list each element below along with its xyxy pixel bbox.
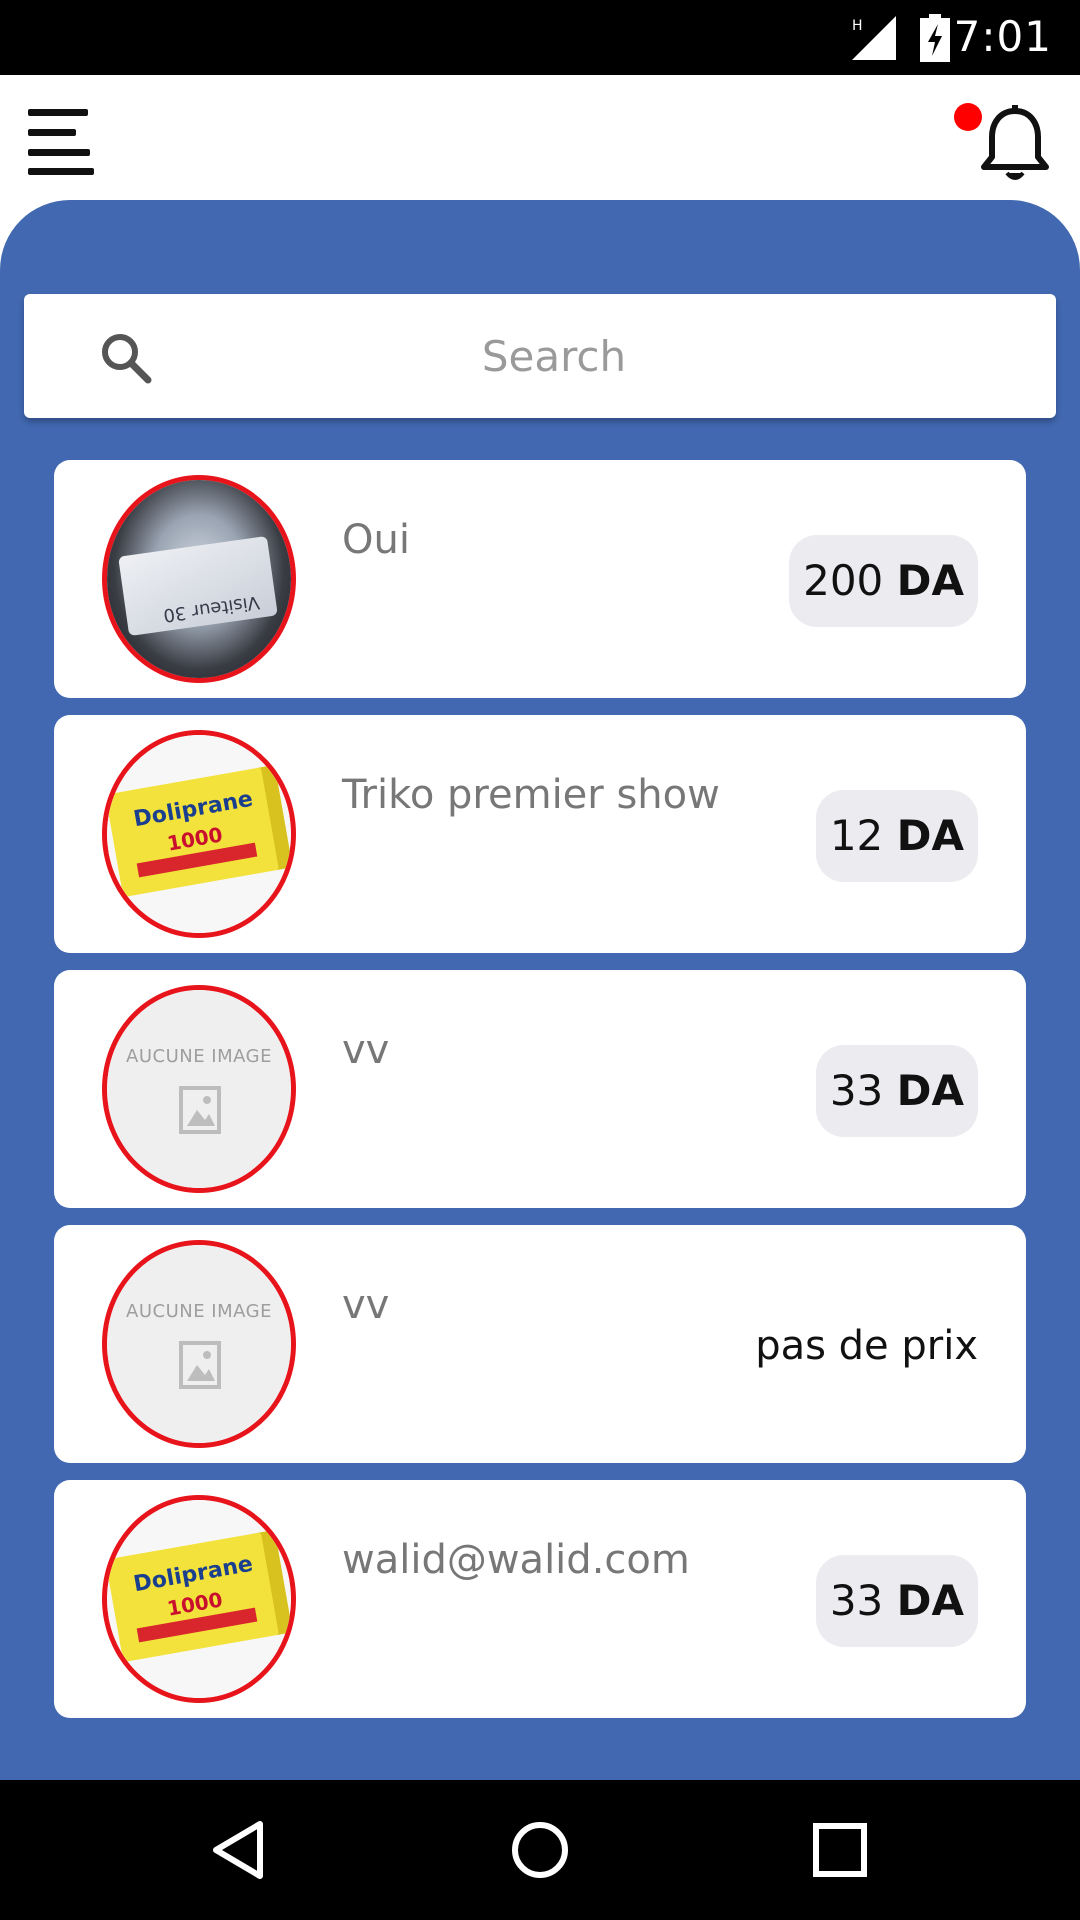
no-price-label: pas de prix <box>755 1323 978 1369</box>
price-currency: DA <box>896 1576 964 1625</box>
app-bar <box>0 75 1080 200</box>
price-value: 12 <box>829 811 884 860</box>
recents-square-icon[interactable] <box>808 1818 872 1882</box>
clock: 7:01 <box>953 12 1052 61</box>
item-thumbnail: Doliprane 1000 <box>102 730 296 938</box>
item-title: Triko premier show <box>342 772 720 818</box>
medicine-box-image: Doliprane 1000 <box>107 735 291 933</box>
price-value: 33 <box>829 1576 884 1625</box>
item-title: walid@walid.com <box>342 1537 690 1583</box>
no-image-placeholder: AUCUNE IMAGE <box>107 990 291 1188</box>
item-title: vv <box>342 1027 390 1073</box>
image-placeholder-icon <box>179 1341 221 1389</box>
item-thumbnail: Doliprane 1000 <box>102 1495 296 1703</box>
ticket-card <box>118 535 278 637</box>
menu-icon-bar <box>28 129 76 136</box>
no-image-label: AUCUNE IMAGE <box>126 1301 272 1322</box>
signal-icon: H <box>852 16 896 60</box>
list-item[interactable]: Visiteur 30 Oui 200 DA <box>54 460 1026 698</box>
item-thumbnail: Visiteur 30 <box>102 475 296 683</box>
search-bar[interactable] <box>24 294 1056 418</box>
price-value: 33 <box>829 1066 884 1115</box>
back-triangle-icon[interactable] <box>208 1818 272 1882</box>
list-item[interactable]: AUCUNE IMAGE vv 33 DA <box>54 970 1026 1208</box>
svg-text:H: H <box>852 18 863 34</box>
system-nav-bar <box>0 1780 1080 1920</box>
item-title: vv <box>342 1282 390 1328</box>
no-image-label: AUCUNE IMAGE <box>126 1046 272 1067</box>
menu-icon-bar <box>28 168 94 175</box>
notification-badge <box>954 103 982 131</box>
price-currency: DA <box>896 1066 964 1115</box>
menu-icon-bar <box>28 149 90 156</box>
item-thumbnail: AUCUNE IMAGE <box>102 985 296 1193</box>
list-item[interactable]: Doliprane 1000 Triko premier show 12 DA <box>54 715 1026 953</box>
screen: H 7:01 Search Visiteur 30 Oui 200 DA Dol… <box>0 0 1080 1920</box>
no-image-placeholder: AUCUNE IMAGE <box>107 1245 291 1443</box>
price-badge: 33 DA <box>815 1045 978 1137</box>
menu-button[interactable] <box>28 109 98 175</box>
status-bar: H 7:01 <box>0 0 1080 75</box>
item-title: Oui <box>342 517 410 563</box>
price-currency: DA <box>896 556 964 605</box>
battery-charging-icon <box>920 14 950 62</box>
price-badge: 200 DA <box>789 535 978 627</box>
photo-image: Visiteur 30 <box>107 480 291 678</box>
list-item[interactable]: Doliprane 1000 walid@walid.com 33 DA <box>54 1480 1026 1718</box>
search-input[interactable] <box>174 294 934 418</box>
home-circle-icon[interactable] <box>508 1818 572 1882</box>
list-item[interactable]: AUCUNE IMAGE vv pas de prix <box>54 1225 1026 1463</box>
price-value: 200 <box>803 556 884 605</box>
bell-icon[interactable] <box>978 105 1052 185</box>
price-currency: DA <box>896 811 964 860</box>
medicine-box-image: Doliprane 1000 <box>107 1500 291 1698</box>
price-badge: 33 DA <box>815 1555 978 1647</box>
menu-icon <box>28 109 88 116</box>
search-icon <box>102 334 152 384</box>
price-badge: 12 DA <box>815 790 978 882</box>
image-placeholder-icon <box>179 1086 221 1134</box>
item-thumbnail: AUCUNE IMAGE <box>102 1240 296 1448</box>
